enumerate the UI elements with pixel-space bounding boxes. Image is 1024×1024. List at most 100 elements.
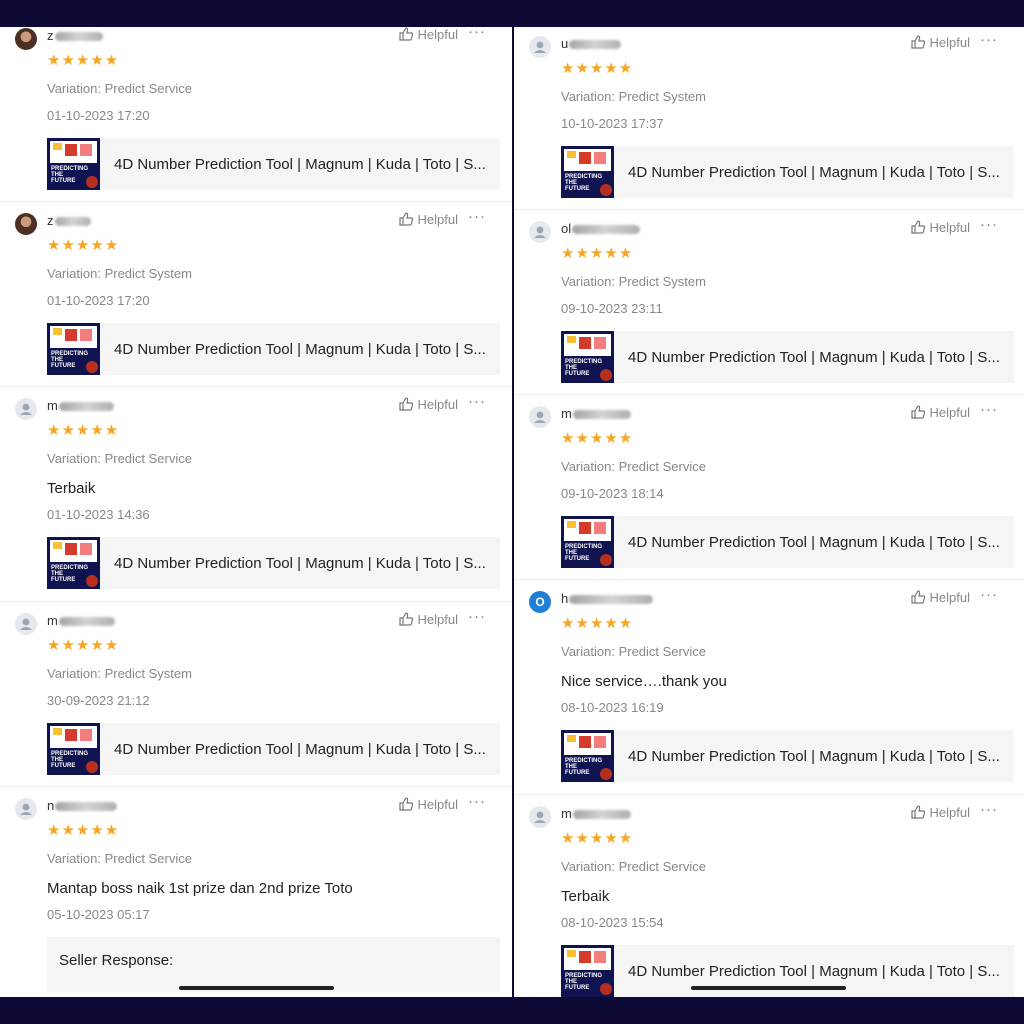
avatar[interactable] <box>529 36 551 58</box>
helpful-label: Helpful <box>929 219 970 235</box>
thumbnail-caption: PREDICTING THE FUTURE <box>51 351 89 369</box>
helpful-button[interactable]: Helpful <box>910 804 970 820</box>
product-link[interactable]: PREDICTING THE FUTURE 4D Number Predictio… <box>47 723 500 775</box>
helpful-label: Helpful <box>929 404 970 420</box>
avatar[interactable] <box>15 213 37 235</box>
username[interactable]: m <box>47 398 114 413</box>
more-options-icon[interactable]: ··· <box>468 393 486 410</box>
username-blur <box>58 402 114 412</box>
more-options-icon[interactable]: ··· <box>980 216 998 233</box>
avatar[interactable] <box>15 398 37 420</box>
username[interactable]: u <box>561 36 622 51</box>
username-text: m <box>47 398 58 413</box>
helpful-button[interactable]: Helpful <box>398 27 458 42</box>
review-item: n Helpful ··· ★★★★★ Variation: Predict Servi… <box>0 787 512 997</box>
avatar[interactable] <box>529 806 551 828</box>
product-title: 4D Number Prediction Tool | Magnum | Kud… <box>628 533 1000 551</box>
thumbnail-caption: PREDICTING THE FUTURE <box>565 544 603 562</box>
product-link[interactable]: PREDICTING THE FUTURE 4D Number Predictio… <box>561 331 1014 383</box>
more-options-icon[interactable]: ··· <box>980 31 998 48</box>
more-options-icon[interactable]: ··· <box>980 586 998 603</box>
user-icon <box>534 226 546 238</box>
username[interactable]: m <box>47 613 115 628</box>
variation-label: Variation: Predict System <box>47 266 192 281</box>
review-comment: Terbaik <box>561 888 610 905</box>
review-item: Oh Helpful ··· ★★★★★ Variation: Predict Serv… <box>514 580 1024 795</box>
home-indicator[interactable] <box>691 986 846 990</box>
variation-label: Variation: Predict System <box>561 274 706 289</box>
review-date: 09-10-2023 23:11 <box>561 301 663 316</box>
product-link[interactable]: PREDICTING THE FUTURE 4D Number Predictio… <box>561 516 1014 568</box>
username[interactable]: n <box>47 798 118 813</box>
helpful-button[interactable]: Helpful <box>910 589 970 605</box>
product-title: 4D Number Prediction Tool | Magnum | Kud… <box>114 155 486 173</box>
username[interactable]: m <box>561 806 631 821</box>
product-link[interactable]: PREDICTING THE FUTURE 4D Number Predictio… <box>47 323 500 375</box>
avatar[interactable] <box>529 221 551 243</box>
username[interactable]: z <box>47 213 91 228</box>
user-icon <box>20 618 32 630</box>
username[interactable]: m <box>561 406 631 421</box>
helpful-button[interactable]: Helpful <box>398 396 458 412</box>
more-options-icon[interactable]: ··· <box>468 793 486 810</box>
thumbs-up-icon <box>910 805 925 819</box>
product-title: 4D Number Prediction Tool | Magnum | Kud… <box>628 163 1000 181</box>
more-options-icon[interactable]: ··· <box>468 27 486 40</box>
product-link[interactable]: PREDICTING THE FUTURE 4D Number Predictio… <box>47 138 500 190</box>
product-link[interactable]: PREDICTING THE FUTURE 4D Number Predictio… <box>47 537 500 589</box>
thumbnail-caption: PREDICTING THE FUTURE <box>565 758 603 776</box>
helpful-label: Helpful <box>929 34 970 50</box>
rating-stars: ★★★★★ <box>47 422 120 439</box>
thumbs-up-icon <box>398 797 413 811</box>
thumbnail-caption: PREDICTING THE FUTURE <box>51 565 89 583</box>
review-comment: Mantap boss naik 1st prize dan 2nd prize… <box>47 880 353 897</box>
username-text: n <box>47 798 55 813</box>
helpful-button[interactable]: Helpful <box>398 611 458 627</box>
product-title: 4D Number Prediction Tool | Magnum | Kud… <box>628 348 1000 366</box>
avatar[interactable] <box>529 406 551 428</box>
more-options-icon[interactable]: ··· <box>980 401 998 418</box>
username[interactable]: z <box>47 28 103 43</box>
rating-stars: ★★★★★ <box>47 637 120 654</box>
product-thumbnail: PREDICTING THE FUTURE <box>561 516 614 568</box>
thumbs-up-icon <box>910 35 925 49</box>
more-options-icon[interactable]: ··· <box>468 608 486 625</box>
helpful-button[interactable]: Helpful <box>398 796 458 812</box>
helpful-button[interactable]: Helpful <box>910 34 970 50</box>
avatar[interactable] <box>15 28 37 50</box>
thumbs-up-icon <box>398 397 413 411</box>
username[interactable]: ol <box>561 221 641 236</box>
product-link[interactable]: PREDICTING THE FUTURE 4D Number Predictio… <box>561 146 1014 198</box>
product-link[interactable]: PREDICTING THE FUTURE 4D Number Predictio… <box>561 730 1014 782</box>
review-list-right: u Helpful ··· ★★★★★ Variation: Predict Syste… <box>514 27 1024 997</box>
review-comment: Terbaik <box>47 480 96 497</box>
review-item: m Helpful ··· ★★★★★ Variation: Predict Syste… <box>0 602 512 787</box>
helpful-label: Helpful <box>417 211 458 227</box>
username-blur <box>572 410 631 420</box>
review-date: 09-10-2023 18:14 <box>561 486 664 501</box>
review-item: z Helpful ··· ★★★★★ Variation: Predict Servi… <box>0 27 512 202</box>
avatar[interactable] <box>15 798 37 820</box>
helpful-button[interactable]: Helpful <box>398 211 458 227</box>
product-title: 4D Number Prediction Tool | Magnum | Kud… <box>628 962 1000 980</box>
rating-stars: ★★★★★ <box>47 52 120 69</box>
variation-label: Variation: Predict Service <box>47 851 192 866</box>
username-text: u <box>561 36 569 51</box>
thumbnail-caption: PREDICTING THE FUTURE <box>565 359 603 377</box>
username-text: ol <box>561 221 572 236</box>
helpful-button[interactable]: Helpful <box>910 219 970 235</box>
helpful-button[interactable]: Helpful <box>910 404 970 420</box>
avatar[interactable] <box>15 613 37 635</box>
product-thumbnail: PREDICTING THE FUTURE <box>47 537 100 589</box>
username[interactable]: h <box>561 591 654 606</box>
avatar[interactable]: O <box>529 591 551 613</box>
product-thumbnail: PREDICTING THE FUTURE <box>561 945 614 997</box>
more-options-icon[interactable]: ··· <box>468 208 486 225</box>
username-blur <box>54 217 91 227</box>
reviews-panel-right: u Helpful ··· ★★★★★ Variation: Predict Syste… <box>514 27 1024 997</box>
home-indicator[interactable] <box>179 986 334 990</box>
review-date: 01-10-2023 14:36 <box>47 507 150 522</box>
more-options-icon[interactable]: ··· <box>980 801 998 818</box>
helpful-label: Helpful <box>417 27 458 42</box>
review-date: 01-10-2023 17:20 <box>47 108 150 123</box>
